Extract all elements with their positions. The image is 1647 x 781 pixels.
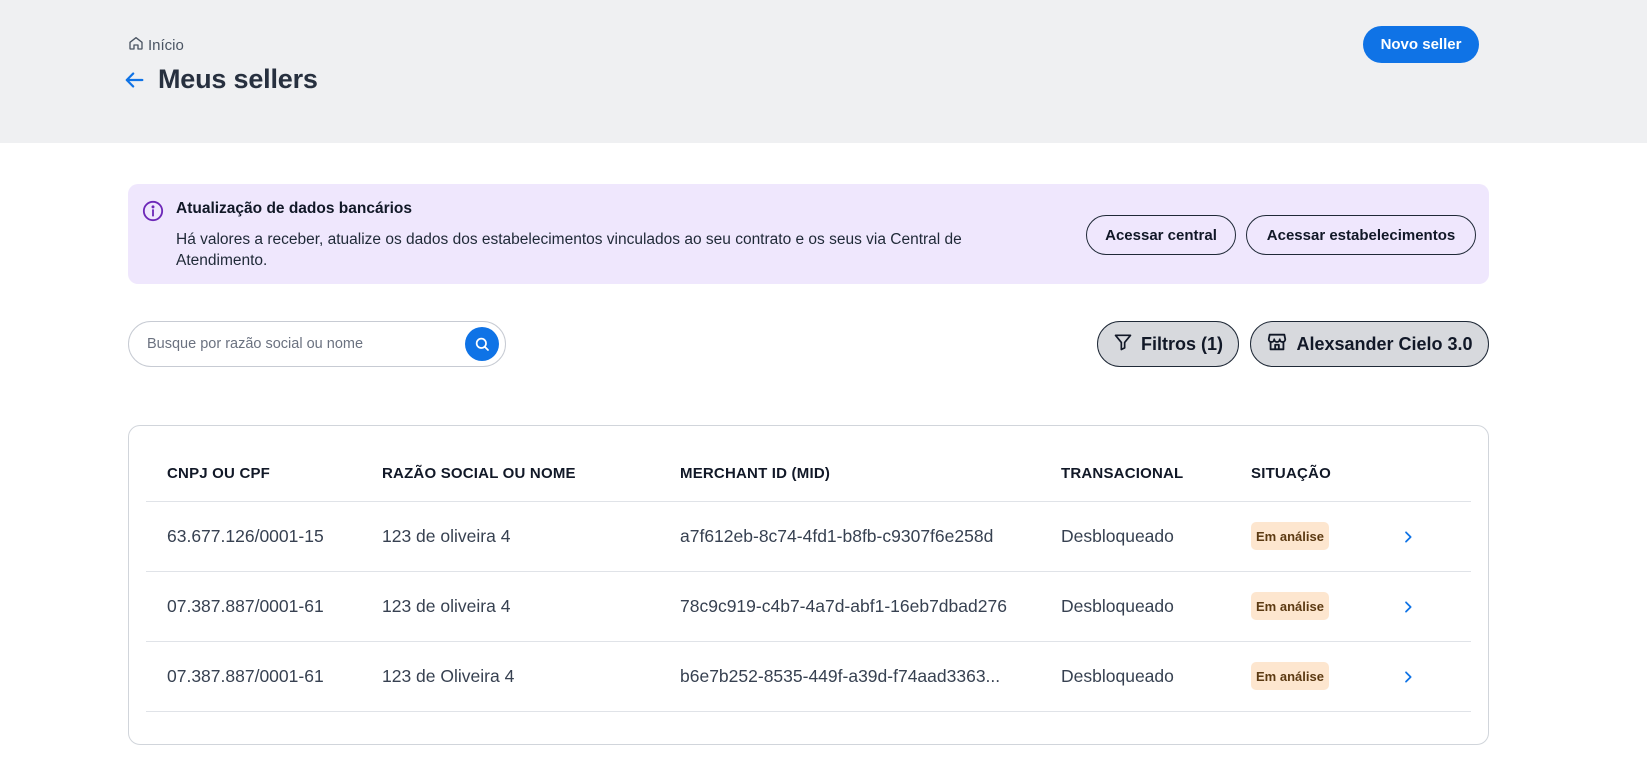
search-box: [128, 321, 506, 367]
cell-doc: 07.387.887/0001-61: [167, 596, 324, 616]
table-row[interactable]: 07.387.887/0001-61 123 de oliveira 4 78c…: [146, 571, 1471, 641]
search-button[interactable]: [465, 327, 499, 361]
cell-mid: 78c9c919-c4b7-4a7d-abf1-16eb7dbad276: [680, 596, 1007, 616]
search-input[interactable]: [147, 336, 447, 352]
cell-name: 123 de oliveira 4: [382, 526, 511, 546]
breadcrumb-home-label: Início: [148, 36, 184, 54]
filters-button[interactable]: Filtros (1): [1097, 321, 1239, 367]
page-title: Meus sellers: [158, 64, 318, 94]
cell-doc: 63.677.126/0001-15: [167, 526, 324, 546]
breadcrumb[interactable]: Início: [128, 35, 184, 55]
sellers-table: CNPJ OU CPF RAZÃO SOCIAL OU NOME MERCHAN…: [128, 425, 1489, 745]
chevron-right-icon[interactable]: [1398, 667, 1418, 687]
table-row[interactable]: 07.387.887/0001-61 123 de Oliveira 4 b6e…: [146, 641, 1471, 711]
alert-text: Há valores a receber, atualize os dados …: [176, 231, 962, 269]
page-header: Início Meus sellers Novo seller: [0, 0, 1647, 143]
access-establishments-button[interactable]: Acessar estabelecimentos: [1246, 215, 1476, 255]
filter-icon: [1113, 332, 1133, 357]
store-label: Alexsander Cielo 3.0: [1296, 333, 1473, 354]
info-icon: [142, 200, 164, 222]
column-header-status[interactable]: SITUAÇÃO: [1251, 465, 1331, 482]
cell-name: 123 de oliveira 4: [382, 596, 511, 616]
table-row-divider: [146, 711, 1471, 781]
home-icon: [128, 35, 144, 55]
new-seller-button[interactable]: Novo seller: [1363, 26, 1479, 63]
cell-name: 123 de Oliveira 4: [382, 666, 515, 686]
table-row[interactable]: 63.677.126/0001-15 123 de oliveira 4 a7f…: [146, 501, 1471, 571]
filters-label: Filtros (1): [1140, 333, 1223, 354]
back-arrow-icon[interactable]: [124, 69, 146, 91]
cell-transactional: Desbloqueado: [1061, 526, 1174, 546]
status-badge: Em análise: [1251, 662, 1329, 690]
chevron-right-icon[interactable]: [1398, 527, 1418, 547]
column-header-doc[interactable]: CNPJ OU CPF: [167, 465, 270, 482]
cell-mid: a7f612eb-8c74-4fd1-b8fb-c9307f6e258d: [680, 526, 994, 546]
status-badge: Em análise: [1251, 592, 1329, 620]
column-header-mid[interactable]: MERCHANT ID (MID): [680, 465, 830, 482]
access-central-button[interactable]: Acessar central: [1086, 215, 1236, 255]
alert-title: Atualização de dados bancários: [176, 200, 413, 217]
cell-mid: b6e7b252-8535-449f-a39d-f74aad3363...: [680, 666, 1001, 686]
search-icon: [475, 337, 489, 351]
chevron-right-icon[interactable]: [1398, 597, 1418, 617]
cell-transactional: Desbloqueado: [1061, 596, 1174, 616]
store-icon: [1266, 331, 1288, 358]
store-selector-button[interactable]: Alexsander Cielo 3.0: [1250, 321, 1489, 367]
cell-transactional: Desbloqueado: [1061, 666, 1174, 686]
status-badge: Em análise: [1251, 522, 1329, 550]
bank-data-alert: Atualização de dados bancários Há valore…: [128, 184, 1489, 284]
column-header-name[interactable]: RAZÃO SOCIAL OU NOME: [382, 465, 576, 482]
cell-doc: 07.387.887/0001-61: [167, 666, 324, 686]
column-header-transactional[interactable]: TRANSACIONAL: [1061, 465, 1183, 482]
